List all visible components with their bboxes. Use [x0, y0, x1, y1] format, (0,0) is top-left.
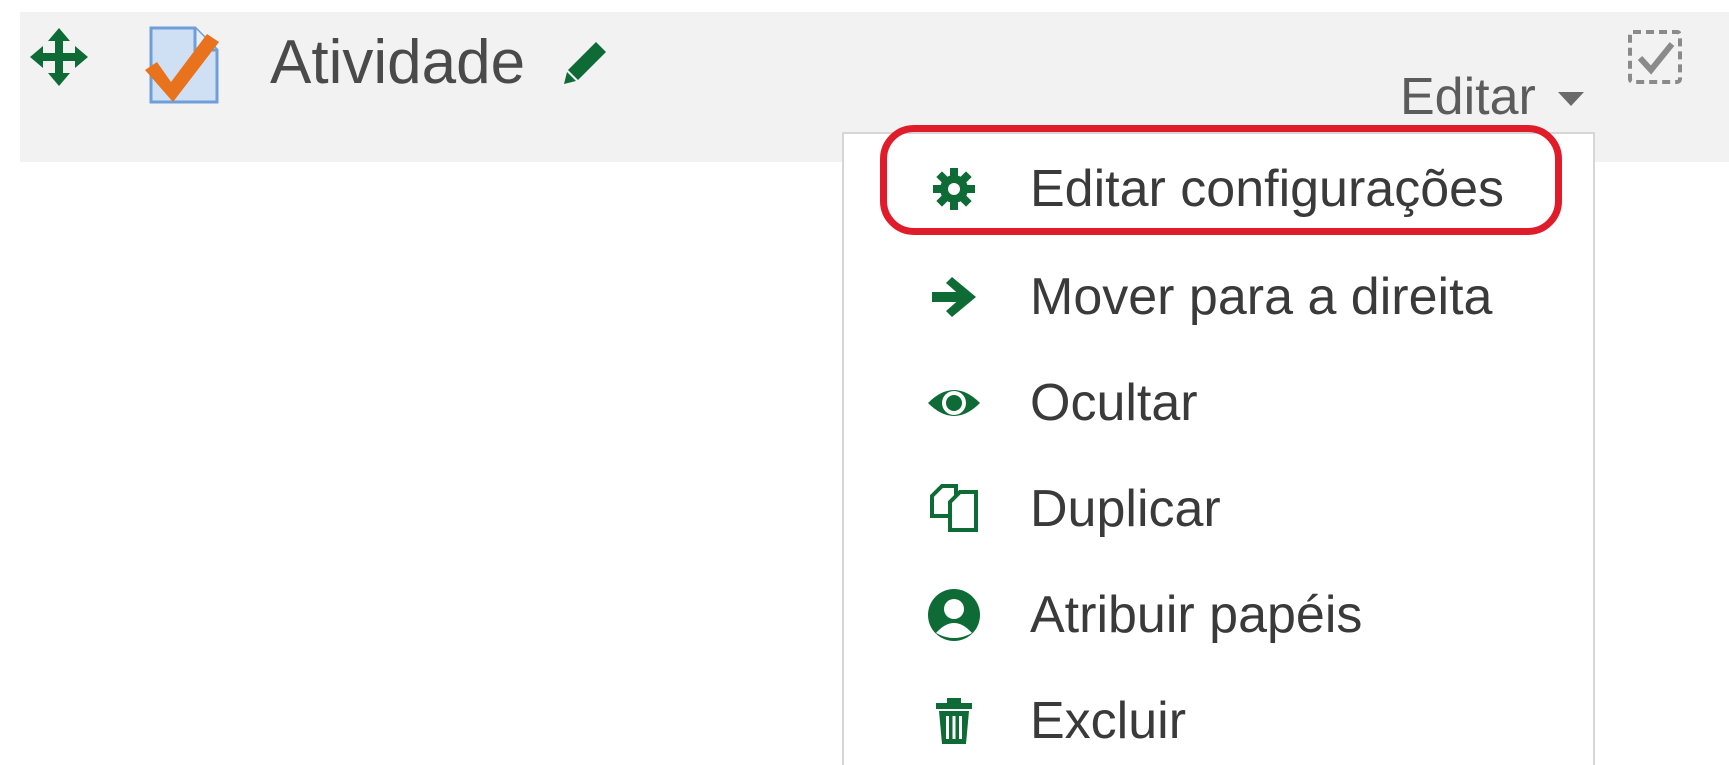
menu-item-duplicate[interactable]: Duplicar: [844, 456, 1593, 562]
menu-item-assign-roles[interactable]: Atribuir papéis: [844, 562, 1593, 668]
assignment-icon: [143, 22, 225, 106]
duplicate-icon: [926, 481, 982, 537]
user-icon: [926, 587, 982, 643]
menu-item-label: Editar configurações: [1030, 160, 1505, 218]
arrow-right-icon: [926, 269, 982, 325]
edit-dropdown-menu: Editar configurações Mover para a direit…: [842, 132, 1595, 765]
move-icon[interactable]: [30, 28, 88, 86]
activity-name[interactable]: Atividade: [270, 28, 525, 98]
edit-menu-label: Editar: [1400, 68, 1536, 126]
menu-item-label: Ocultar: [1030, 374, 1198, 432]
edit-menu-toggle[interactable]: Editar: [1400, 62, 1584, 132]
gear-icon: [926, 161, 982, 217]
page-root: Atividade Editar Editar configurações Mo…: [0, 0, 1729, 765]
menu-item-label: Mover para a direita: [1030, 268, 1493, 326]
menu-item-edit-settings[interactable]: Editar configurações: [844, 136, 1593, 242]
menu-item-hide[interactable]: Ocultar: [844, 350, 1593, 456]
pencil-icon[interactable]: [562, 38, 610, 86]
menu-item-move-right[interactable]: Mover para a direita: [844, 244, 1593, 350]
trash-icon: [926, 693, 982, 749]
eye-icon: [926, 375, 982, 431]
menu-item-delete[interactable]: Excluir: [844, 668, 1593, 765]
menu-item-label: Duplicar: [1030, 480, 1221, 538]
checkbox-icon[interactable]: [1626, 28, 1686, 88]
caret-down-icon: [1557, 92, 1584, 106]
menu-item-label: Atribuir papéis: [1030, 586, 1363, 644]
menu-item-label: Excluir: [1030, 692, 1187, 750]
